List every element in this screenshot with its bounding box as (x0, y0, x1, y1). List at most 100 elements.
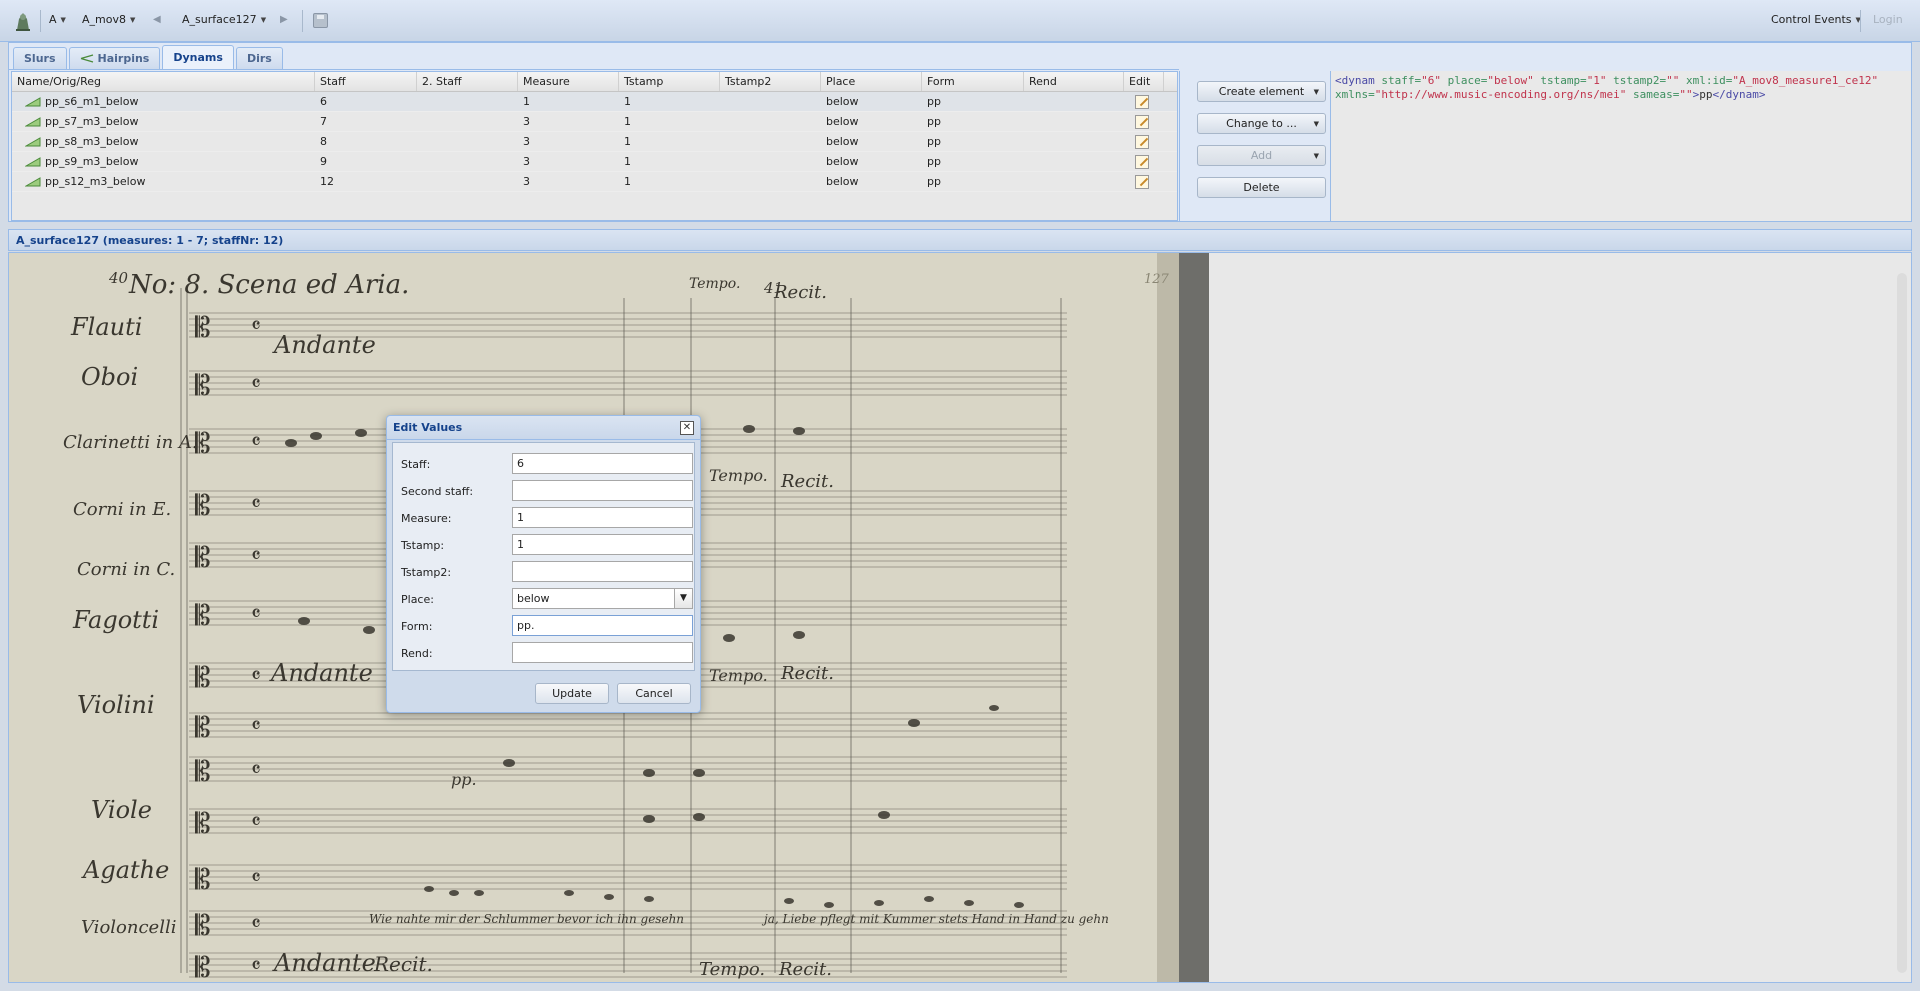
column-header-tstamp[interactable]: Tstamp (619, 72, 720, 91)
clef-icon: 𝄡 (195, 541, 211, 574)
score-page-number: 127 (1144, 272, 1170, 287)
time-signature-icon: 𝄴 (251, 810, 261, 835)
column-header-name[interactable]: Name/Orig/Reg (12, 72, 315, 91)
instrument-label: Flauti (70, 313, 142, 341)
button-label: Create element (1218, 85, 1305, 98)
save-icon[interactable] (313, 13, 328, 28)
time-signature-icon: 𝄴 (251, 664, 261, 689)
xml-value: "6" (1421, 74, 1441, 87)
edit-icon[interactable] (1135, 94, 1149, 109)
instrument-label: Agathe (81, 856, 169, 884)
update-button[interactable]: Update (535, 683, 609, 704)
edit-icon[interactable] (1135, 134, 1149, 149)
tab-slurs[interactable]: Slurs (13, 47, 67, 69)
tstamp2-input[interactable] (512, 561, 693, 582)
field-label: Form: (401, 620, 433, 633)
control-events-menu[interactable]: Control Events ▼ (1771, 13, 1861, 26)
chevron-down-icon: ▼ (1313, 151, 1319, 160)
time-signature-icon: 𝄴 (251, 492, 261, 517)
edit-icon[interactable] (1135, 174, 1149, 189)
staff-input[interactable] (512, 453, 693, 474)
column-header-edit[interactable]: Edit (1124, 72, 1164, 91)
table-row[interactable]: pp_s6_m1_below 6 1 1 below pp (12, 92, 1177, 112)
cancel-button[interactable]: Cancel (617, 683, 691, 704)
tab-label: Dirs (246, 52, 272, 65)
grid-body: pp_s6_m1_below 6 1 1 below pp pp_s7_m3_below 7 3… (12, 92, 1177, 192)
change-to-button[interactable]: Change to ... ▼ (1197, 113, 1326, 134)
second-staff-input[interactable] (512, 480, 693, 501)
field-label: Rend: (401, 647, 433, 660)
tstamp2-field: Tstamp2: (393, 561, 696, 583)
edit-icon[interactable] (1135, 154, 1149, 169)
movement-selector[interactable]: A_mov8 ▼ (82, 13, 135, 26)
measure-input[interactable] (512, 507, 693, 528)
tab-hairpins[interactable]: Hairpins (68, 47, 161, 69)
rend-input[interactable] (512, 642, 693, 663)
source-selector[interactable]: A ▼ (49, 13, 66, 26)
column-header-place[interactable]: Place (821, 72, 922, 91)
xml-attr: xmlns= (1335, 88, 1375, 101)
tab-dirs[interactable]: Dirs (235, 47, 283, 69)
clef-icon: 𝄡 (195, 909, 211, 942)
instrument-label: Violoncelli (81, 917, 176, 938)
tab-label: Slurs (24, 52, 56, 65)
instrument-label: Corni in C. (77, 559, 175, 580)
clef-icon: 𝄡 (195, 755, 211, 788)
vertical-scrollbar[interactable] (1897, 273, 1907, 973)
next-page-button[interactable]: ▶ (280, 14, 288, 25)
grid-header: Name/Orig/Reg Staff 2. Staff Measure Tst… (12, 72, 1177, 92)
clef-icon: 𝄡 (195, 661, 211, 694)
dynamic-icon (25, 96, 41, 106)
cell-edit (1124, 132, 1164, 151)
time-signature-icon: 𝄴 (251, 912, 261, 937)
edit-icon[interactable] (1135, 114, 1149, 129)
place-select[interactable] (512, 588, 693, 609)
xml-attr: place= (1440, 74, 1488, 87)
xml-value: "" (1666, 74, 1680, 87)
column-header-staff[interactable]: Staff (315, 72, 417, 91)
column-header-second-staff[interactable]: 2. Staff (417, 72, 518, 91)
column-header-measure[interactable]: Measure (518, 72, 619, 91)
cell-staff2 (417, 172, 518, 191)
tab-dynams[interactable]: Dynams (162, 45, 234, 69)
table-row[interactable]: pp_s8_m3_below 8 3 1 below pp (12, 132, 1177, 152)
rend-field: Rend: (393, 642, 696, 664)
delete-button[interactable]: Delete (1197, 177, 1326, 198)
surface-selector[interactable]: A_surface127 ▼ (182, 13, 266, 26)
row-name: pp_s7_m3_below (45, 115, 139, 128)
tempo-marking: Tempo. (689, 276, 740, 292)
row-name-cell: pp_s9_m3_below (12, 152, 315, 171)
table-row[interactable]: pp_s7_m3_below 7 3 1 below pp (12, 112, 1177, 132)
login-button[interactable]: Login (1873, 13, 1903, 26)
cell-staff2 (417, 112, 518, 131)
row-name-cell: pp_s8_m3_below (12, 132, 315, 151)
create-element-button[interactable]: Create element ▼ (1197, 81, 1326, 102)
xml-value: "1" (1586, 74, 1607, 87)
previous-page-button[interactable]: ◀ (153, 14, 161, 25)
cell-staff: 6 (320, 95, 327, 108)
clef-icon: 𝄡 (195, 427, 211, 460)
column-header-form[interactable]: Form (922, 72, 1024, 91)
column-header-rend[interactable]: Rend (1024, 72, 1124, 91)
score-page-number: 40 (108, 269, 129, 287)
chevron-down-icon[interactable]: ▼ (674, 589, 692, 608)
column-header-tstamp2[interactable]: Tstamp2 (720, 72, 821, 91)
cell-place: below (826, 135, 859, 148)
cell-form: pp (927, 115, 941, 128)
tab-label: Dynams (173, 51, 223, 64)
form-input[interactable] (512, 615, 693, 636)
cell-form: pp (927, 175, 941, 188)
facsimile-viewer[interactable]: 40 No: 8. Scena ed Aria. 41 127 Andante … (8, 252, 1912, 983)
chevron-down-icon: ▼ (129, 15, 136, 24)
cell-tstamp2 (720, 92, 821, 111)
add-button[interactable]: Add ▼ (1197, 145, 1326, 166)
dynamic-icon (25, 136, 41, 146)
row-name: pp_s9_m3_below (45, 155, 139, 168)
xml-attr: sameas= (1626, 88, 1680, 101)
table-row[interactable]: pp_s12_m3_below 12 3 1 below pp (12, 172, 1177, 192)
row-name: pp_s6_m1_below (45, 95, 139, 108)
close-icon[interactable]: ✕ (680, 421, 694, 435)
dynams-grid: Name/Orig/Reg Staff 2. Staff Measure Tst… (11, 71, 1178, 221)
table-row[interactable]: pp_s9_m3_below 9 3 1 below pp (12, 152, 1177, 172)
tstamp-input[interactable] (512, 534, 693, 555)
